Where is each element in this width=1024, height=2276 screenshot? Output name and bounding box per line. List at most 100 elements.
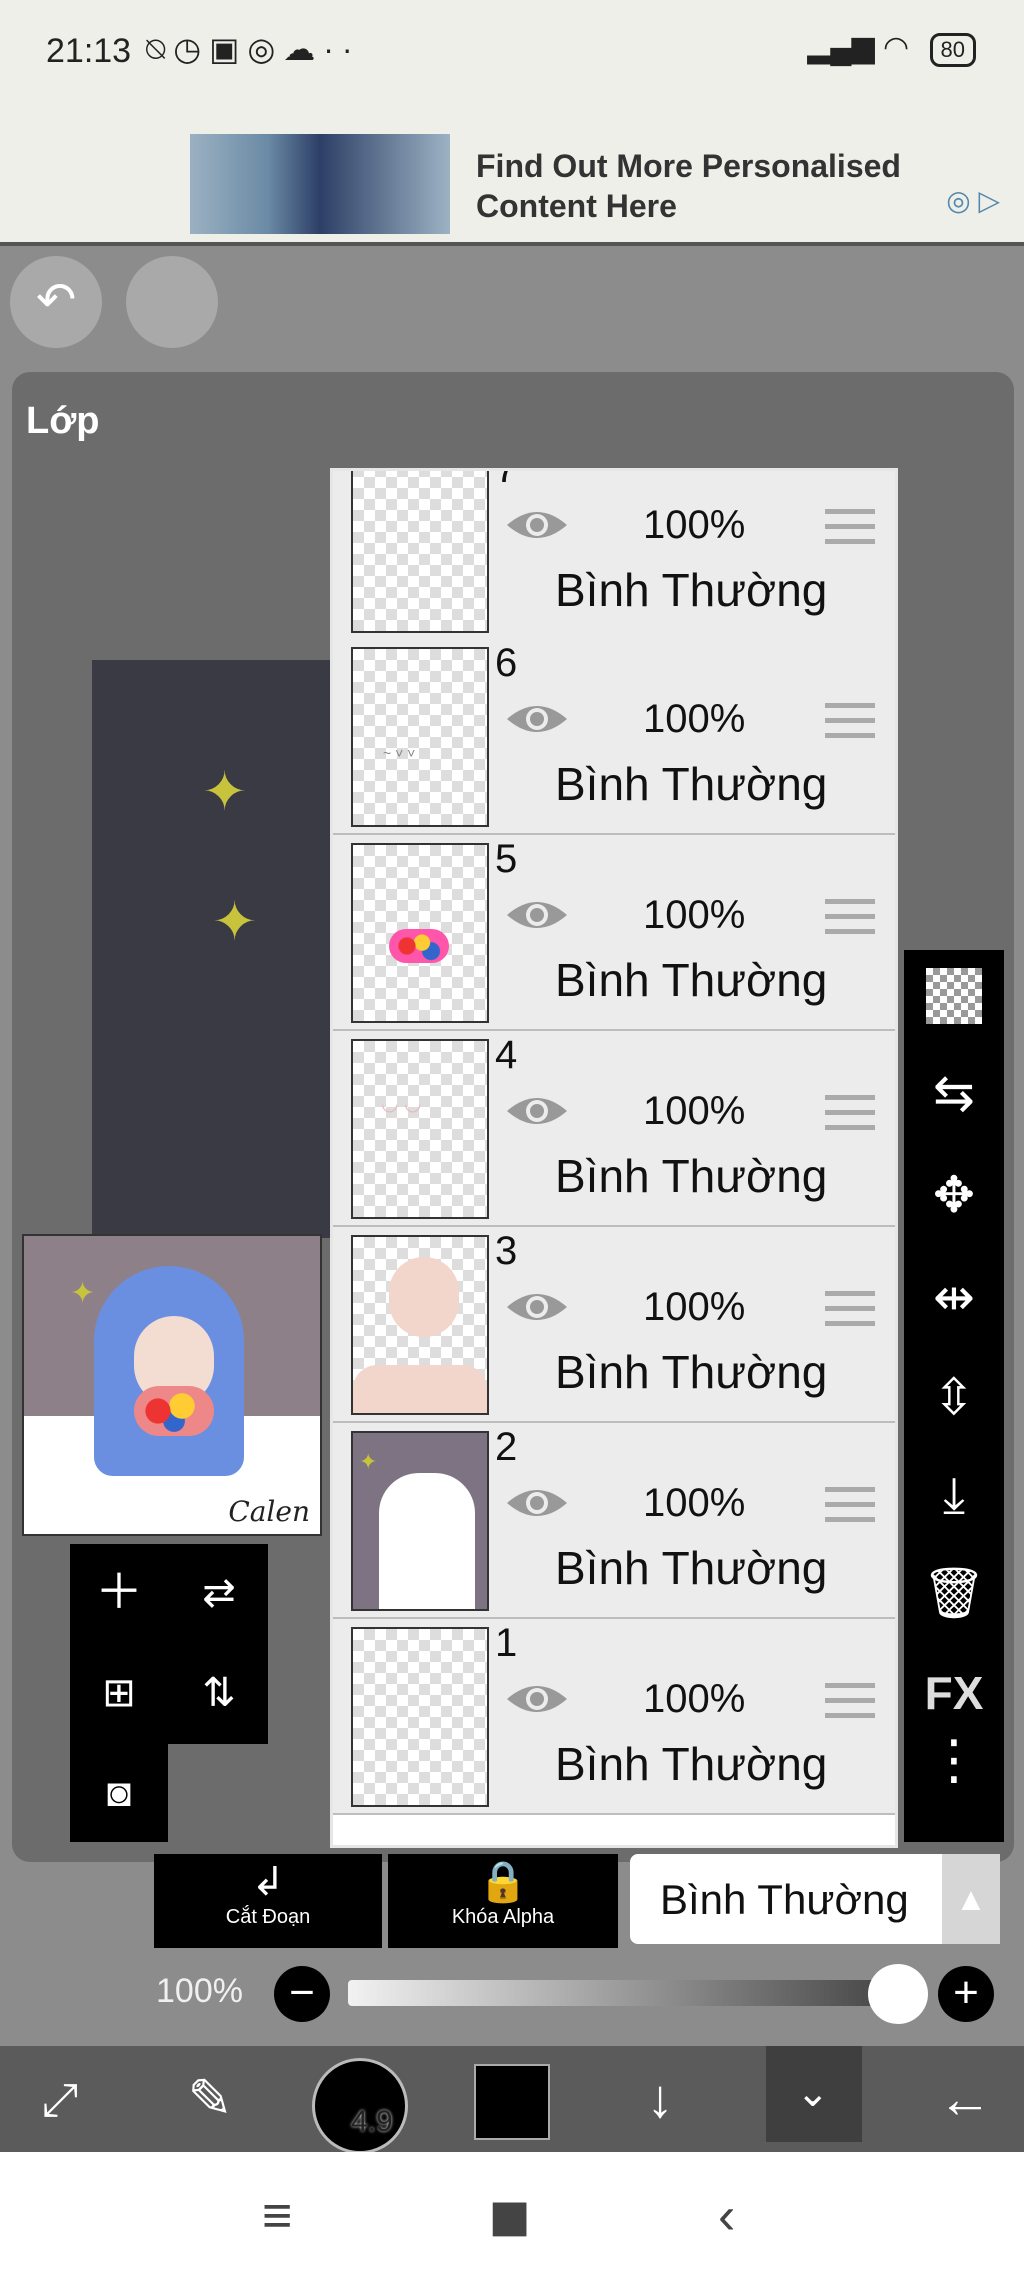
status-time: 21:13 xyxy=(46,32,132,70)
layer-opacity[interactable]: 100% xyxy=(643,1481,745,1526)
menu-icon[interactable]: ≡ xyxy=(262,2186,292,2246)
undo-button[interactable]: ↶ xyxy=(10,256,102,348)
navigator-thumbnail[interactable]: ✦ Calen xyxy=(22,1234,322,1536)
eye-icon[interactable] xyxy=(505,505,569,545)
system-icons: ▂▄▆ ◠ 80 xyxy=(807,30,976,67)
drag-handle-icon[interactable] xyxy=(825,509,875,554)
layer-list[interactable]: 7 100% Bình Thường ~ ˅ ˅ 6 100% Bình Thường 5 10… xyxy=(330,468,898,1848)
transform-tool-icon[interactable]: ⤢ xyxy=(10,2046,110,2152)
merge-down-icon[interactable]: ⤓ xyxy=(904,1466,1004,1525)
layer-opacity[interactable]: 100% xyxy=(643,503,745,548)
drag-handle-icon[interactable] xyxy=(825,1683,875,1728)
layer-row[interactable]: 7 100% Bình Thường xyxy=(333,471,895,641)
clipping-label: Cắt Đoạn xyxy=(225,1906,311,1928)
layer-blend-mode[interactable]: Bình Thường xyxy=(555,1541,827,1595)
flip-vertical-icon[interactable]: ⇳ xyxy=(904,1368,1004,1426)
flip-layer-horizontal-button[interactable]: ⇄ xyxy=(170,1544,268,1642)
eye-icon[interactable] xyxy=(505,1679,569,1719)
left-tools: ＋ ⇄ ⊞ ⇅ xyxy=(70,1544,268,1744)
eye-icon[interactable] xyxy=(505,699,569,739)
transfer-icon[interactable]: ⇆ xyxy=(904,1064,1004,1122)
ad-image[interactable] xyxy=(190,134,450,234)
layer-opacity[interactable]: 100% xyxy=(643,697,745,742)
opacity-minus-button[interactable]: − xyxy=(274,1966,330,2022)
layer-thumbnail[interactable] xyxy=(351,471,489,633)
panel-title: Lớp xyxy=(26,400,100,442)
eye-icon[interactable] xyxy=(505,1483,569,1523)
more-icon[interactable]: ⋮ xyxy=(904,1733,1004,1787)
layer-opacity[interactable]: 100% xyxy=(643,893,745,938)
layer-row[interactable]: 3 100% Bình Thường xyxy=(333,1227,895,1423)
layer-opacity[interactable]: 100% xyxy=(643,1677,745,1722)
drag-handle-icon[interactable] xyxy=(825,1487,875,1532)
layer-thumbnail[interactable]: ~ ˅ ˅ xyxy=(351,647,489,827)
drag-handle-icon[interactable] xyxy=(825,703,875,748)
add-layer-button[interactable]: ＋ xyxy=(70,1544,168,1642)
color-swatch[interactable] xyxy=(474,2064,550,2140)
alpha-lock-icon: 🔒 xyxy=(478,1860,528,1904)
opacity-slider-handle[interactable] xyxy=(868,1964,928,2024)
layer-blend-mode[interactable]: Bình Thường xyxy=(555,1149,827,1203)
clipping-button[interactable]: ↲ Cắt Đoạn xyxy=(154,1854,382,1948)
ad-choices-icon[interactable]: ◎ ▷ xyxy=(946,184,1000,217)
layer-row[interactable]: ✦ 2 100% Bình Thường xyxy=(333,1423,895,1619)
undo-icon: ↶ xyxy=(36,274,77,327)
battery-icon: 80 xyxy=(929,33,976,67)
layer-thumbnail[interactable]: ✦ xyxy=(351,1431,489,1611)
layer-number: 4 xyxy=(495,1033,518,1077)
blend-mode-select[interactable]: Bình Thường xyxy=(630,1854,942,1944)
layer-opacity[interactable]: 100% xyxy=(643,1089,745,1134)
layer-blend-mode[interactable]: Bình Thường xyxy=(555,1345,827,1399)
layer-opacity[interactable]: 100% xyxy=(643,1285,745,1330)
trash-icon[interactable]: 🗑 xyxy=(904,1564,1004,1623)
layer-row[interactable]: 1 100% Bình Thường xyxy=(333,1619,895,1815)
eye-icon[interactable] xyxy=(505,1091,569,1131)
drag-handle-icon[interactable] xyxy=(825,1095,875,1140)
layer-blend-mode[interactable]: Bình Thường xyxy=(555,757,827,811)
layer-row[interactable]: ◡ ◡ 4 100% Bình Thường xyxy=(333,1031,895,1227)
alpha-lock-button[interactable]: 🔒 Khóa Alpha xyxy=(388,1854,618,1948)
down-arrow-icon[interactable]: ↓ xyxy=(610,2046,710,2152)
drag-handle-icon[interactable] xyxy=(825,1291,875,1336)
checker-icon[interactable] xyxy=(904,968,1004,1024)
layer-row[interactable]: 5 100% Bình Thường xyxy=(333,835,895,1031)
layer-blend-mode[interactable]: Bình Thường xyxy=(555,563,827,617)
back-arrow-icon[interactable]: ← xyxy=(910,2046,1020,2152)
layer-number: 3 xyxy=(495,1229,518,1273)
android-nav-bar: ≡ ◼ ‹ xyxy=(0,2152,1024,2276)
layer-thumbnail[interactable] xyxy=(351,1235,489,1415)
clip-arrow-icon: ↲ xyxy=(251,1860,285,1904)
fx-icon[interactable]: FX xyxy=(904,1666,1004,1720)
back-icon[interactable]: ‹ xyxy=(718,2186,735,2246)
opacity-plus-button[interactable]: + xyxy=(938,1966,994,2022)
flip-horizontal-icon[interactable]: ⇹ xyxy=(904,1268,1004,1326)
move-icon[interactable]: ✥ xyxy=(904,1166,1004,1224)
opacity-slider[interactable] xyxy=(348,1980,896,2006)
layers-button[interactable]: ⌄ xyxy=(766,2046,862,2142)
home-icon[interactable]: ◼ xyxy=(488,2186,531,2246)
right-toolbar: ⇆ ✥ ⇹ ⇳ ⤓ 🗑 FX ⋮ xyxy=(904,950,1004,1842)
eye-icon[interactable] xyxy=(505,895,569,935)
layer-blend-mode[interactable]: Bình Thường xyxy=(555,953,827,1007)
drag-handle-icon[interactable] xyxy=(825,899,875,944)
flip-layer-vertical-button[interactable]: ⇅ xyxy=(170,1644,268,1742)
layer-thumbnail[interactable] xyxy=(351,843,489,1023)
camera-icon: ◙ xyxy=(106,1771,132,1815)
layer-row[interactable]: ~ ˅ ˅ 6 100% Bình Thường xyxy=(333,639,895,835)
camera-button[interactable]: ◙ xyxy=(70,1744,168,1842)
brush-tool-icon[interactable]: ✎ xyxy=(160,2046,260,2152)
layer-blend-mode[interactable]: Bình Thường xyxy=(555,1737,827,1791)
blend-mode-dropdown-arrow[interactable]: ▲ xyxy=(942,1854,1000,1944)
layer-number: 1 xyxy=(495,1621,518,1665)
layer-thumbnail[interactable] xyxy=(351,1627,489,1807)
brush-size-value: 4.9 xyxy=(351,2105,393,2138)
eye-icon[interactable] xyxy=(505,1287,569,1327)
chevron-down-icon: ⌄ xyxy=(796,2071,830,2115)
add-layer-copy-button[interactable]: ⊞ xyxy=(70,1644,168,1742)
brush-size-button[interactable]: 4.9 xyxy=(312,2058,408,2154)
redo-button[interactable] xyxy=(126,256,218,348)
layer-thumbnail[interactable]: ◡ ◡ xyxy=(351,1039,489,1219)
ad-headline[interactable]: Find Out More Personalised Content Here xyxy=(476,146,976,226)
ad-banner[interactable]: Find Out More Personalised Content Here … xyxy=(0,92,1024,246)
canvas-preview: ✦ ✦ xyxy=(92,660,336,1238)
